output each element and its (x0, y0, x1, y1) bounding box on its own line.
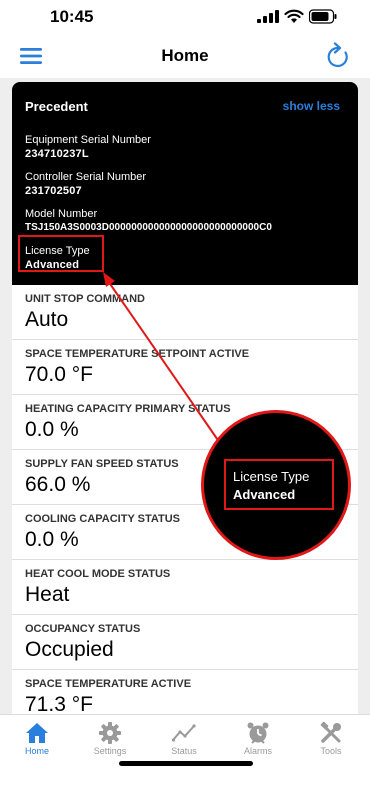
battery-icon (309, 9, 337, 24)
gear-icon (99, 722, 121, 744)
row-value: 70.0 °F (25, 363, 93, 386)
list-item[interactable]: OCCUPANCY STATUS Occupied (12, 615, 358, 670)
refresh-icon[interactable] (325, 42, 351, 70)
license-highlight-box (18, 235, 104, 272)
tab-bar: Home Settings Status Alarms Tools (0, 714, 370, 786)
model-number-label: Model Number (25, 208, 98, 220)
tab-label: Alarms (243, 746, 272, 756)
row-value: 0.0 % (25, 528, 79, 551)
home-icon (26, 723, 48, 743)
list-item[interactable]: SPACE TEMPERATURE SETPOINT ACTIVE 70.0 °… (12, 340, 358, 395)
row-label: SPACE TEMPERATURE ACTIVE (25, 678, 192, 690)
row-label: HEAT COOL MODE STATUS (25, 568, 171, 580)
tab-tools[interactable]: Tools (295, 715, 367, 765)
row-value: Heat (25, 583, 70, 606)
zoom-callout: License Type Advanced (201, 410, 351, 560)
status-time: 10:45 (50, 7, 94, 26)
model-number-value: TSJ150A3S0003D00000000000000000000000000… (25, 222, 272, 233)
controller-serial-value: 231702507 (25, 185, 82, 197)
row-label: HEATING CAPACITY PRIMARY STATUS (25, 403, 231, 415)
equipment-serial-value: 234710237L (25, 148, 89, 160)
nav-bar: Home (0, 34, 370, 78)
list-item[interactable]: UNIT STOP COMMAND Auto (12, 285, 358, 340)
row-value: Occupied (25, 638, 114, 661)
equipment-name: Precedent (25, 99, 88, 114)
callout-label: License Type (233, 469, 310, 484)
tab-label: Settings (93, 746, 127, 756)
row-value: Auto (25, 308, 69, 331)
tab-home[interactable]: Home (1, 715, 73, 765)
status-bar: 10:45 (0, 0, 370, 34)
wifi-icon (284, 9, 304, 23)
home-indicator (119, 761, 253, 766)
page-title: Home (161, 46, 209, 65)
row-value: 0.0 % (25, 418, 79, 441)
list-item[interactable]: SPACE TEMPERATURE ACTIVE 71.3 °F (12, 670, 358, 714)
row-label: COOLING CAPACITY STATUS (25, 513, 181, 525)
tools-icon (320, 721, 341, 743)
tab-label: Status (171, 746, 197, 756)
tab-alarms[interactable]: Alarms (222, 715, 294, 765)
tab-label: Tools (320, 746, 342, 756)
list-item[interactable]: HEAT COOL MODE STATUS Heat (12, 560, 358, 615)
row-label: SUPPLY FAN SPEED STATUS (25, 458, 179, 470)
controller-serial-label: Controller Serial Number (25, 171, 147, 183)
cellular-signal-icon (257, 10, 279, 23)
main-content[interactable]: Precedent show less Equipment Serial Num… (0, 78, 370, 714)
trend-icon (172, 724, 196, 742)
row-label: SPACE TEMPERATURE SETPOINT ACTIVE (25, 348, 250, 360)
row-value: 66.0 % (25, 473, 91, 496)
callout-highlight-box (224, 459, 334, 510)
tab-status[interactable]: Status (148, 715, 220, 765)
equipment-card: Precedent show less Equipment Serial Num… (12, 82, 358, 714)
row-label: UNIT STOP COMMAND (25, 293, 145, 305)
row-label: OCCUPANCY STATUS (25, 623, 141, 635)
show-less-link[interactable]: show less (283, 99, 340, 113)
callout-value: Advanced (233, 487, 296, 502)
row-value: 71.3 °F (25, 693, 93, 714)
equipment-serial-label: Equipment Serial Number (25, 134, 151, 146)
tab-settings[interactable]: Settings (74, 715, 146, 765)
tab-label: Home (24, 746, 49, 756)
alarm-clock-icon (247, 722, 269, 744)
